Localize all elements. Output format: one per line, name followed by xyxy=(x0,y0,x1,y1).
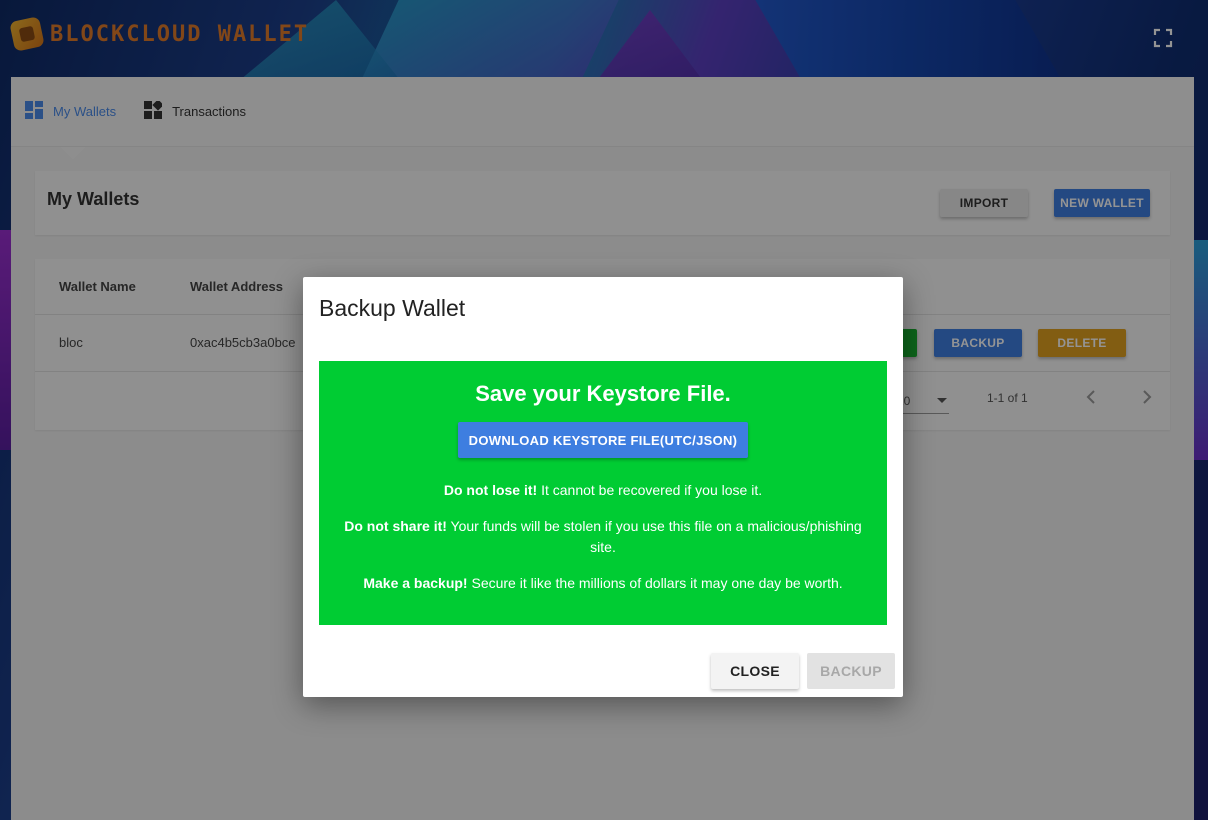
warning-text: Your funds will be stolen if you use thi… xyxy=(446,518,862,555)
warning-do-not-share: Do not share it! Your funds will be stol… xyxy=(339,516,867,558)
backup-wallet-dialog: Backup Wallet Save your Keystore File. D… xyxy=(303,277,903,697)
warning-bold: Do not share it! xyxy=(344,518,447,534)
keystore-heading: Save your Keystore File. xyxy=(475,381,731,406)
warning-make-backup: Make a backup! Secure it like the millio… xyxy=(339,573,867,594)
warning-do-not-lose: Do not lose it! It cannot be recovered i… xyxy=(339,480,867,501)
dialog-title: Backup Wallet xyxy=(319,295,466,321)
warning-text: Secure it like the millions of dollars i… xyxy=(467,575,843,591)
close-button[interactable]: CLOSE xyxy=(711,653,799,689)
warning-bold: Do not lose it! xyxy=(443,482,538,498)
warning-text: It cannot be recovered if you lose it. xyxy=(537,482,763,498)
keystore-info-panel: Save your Keystore File. DOWNLOAD KEYSTO… xyxy=(319,361,887,625)
backup-button[interactable]: BACKUP xyxy=(807,653,895,689)
warning-bold: Make a backup! xyxy=(363,575,468,591)
download-keystore-button[interactable]: DOWNLOAD KEYSTORE FILE(UTC/JSON) xyxy=(458,422,748,458)
